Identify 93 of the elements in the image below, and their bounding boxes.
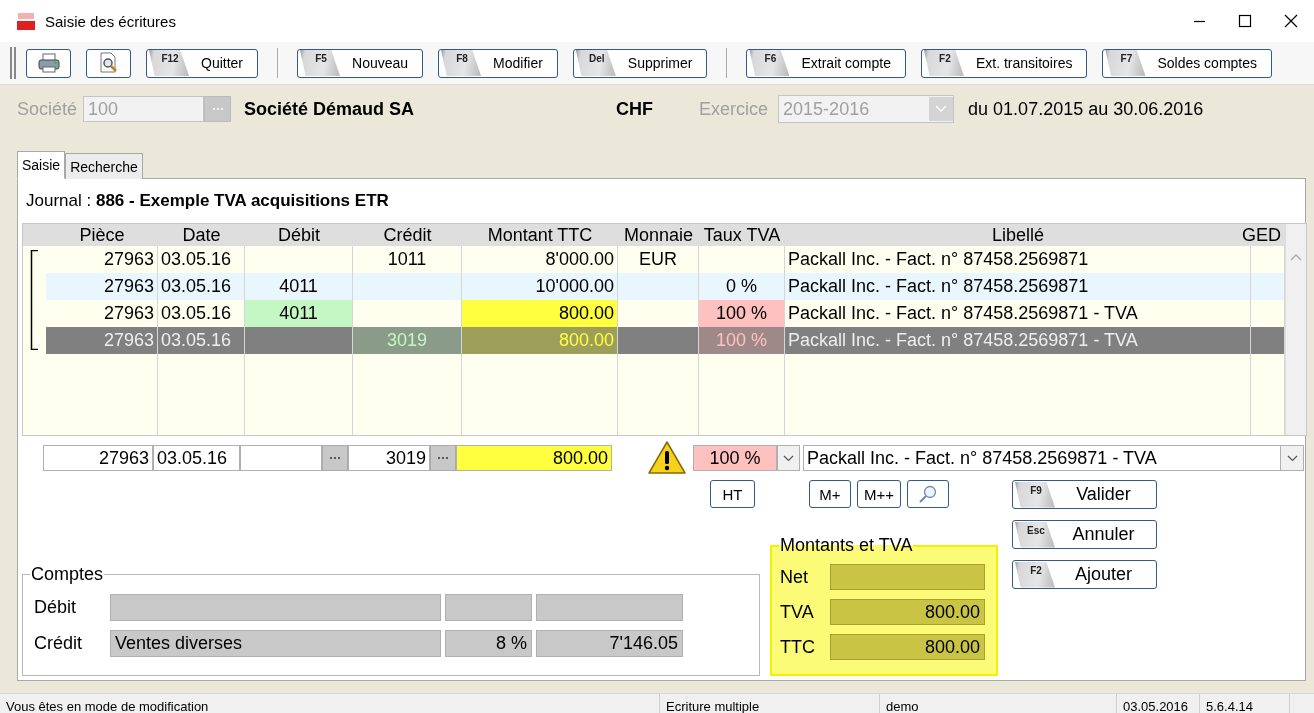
period-text: du 01.07.2015 au 30.06.2016 — [968, 98, 1204, 120]
status-text: 5.6.4.14 — [1200, 694, 1290, 713]
table-row[interactable]: 27963 03.05.16 4011 800.00 100 % Packall Inc. - Fact. n° 87458.2569871 - TVA — [46, 300, 1285, 327]
table-cell: 800.00 — [462, 327, 618, 354]
debit-field[interactable] — [240, 445, 322, 471]
chevron-down-icon — [1286, 454, 1298, 462]
journal-title: Journal : 886 - Exemple TVA acquisitions ETR — [25, 190, 390, 212]
browse-button[interactable] — [322, 445, 348, 471]
company-name: Société Démaud SA — [244, 98, 416, 120]
status-text: 03.05.2016 — [1117, 694, 1200, 713]
column-header[interactable]: Montant TTC — [462, 224, 618, 246]
piece-field[interactable]: 27963 — [43, 445, 153, 471]
key-cap: F6 — [749, 50, 790, 76]
toolbar-button[interactable]: F2 Ext. transitoires — [920, 48, 1088, 78]
ellipsis-icon — [211, 107, 224, 111]
table-row[interactable]: 27963 03.05.16 4011 10'000.00 0 % Packall Inc. - Fact. n° 87458.2569871 — [46, 273, 1285, 300]
key-cap: F2 — [1015, 561, 1055, 588]
toolbar-button[interactable]: Del Supprimer — [572, 48, 708, 78]
page-magnifier-icon — [98, 52, 119, 74]
column-header[interactable]: Pièce — [46, 224, 158, 246]
browse-button[interactable] — [430, 445, 456, 471]
column-header[interactable]: Date — [158, 224, 245, 246]
tool-button[interactable]: HT — [710, 480, 755, 508]
group-title: Montants et TVA — [779, 535, 914, 556]
table-cell: 100 % — [699, 300, 785, 327]
app-icon — [17, 12, 35, 30]
group-title: Comptes — [30, 564, 105, 585]
status-text: Ecriture multiple — [660, 694, 880, 713]
toolbar-button[interactable]: F8 Modifier — [438, 48, 558, 78]
toolbar-button[interactable]: F12 Quitter — [146, 48, 258, 78]
key-cap: F8 — [441, 50, 482, 76]
field-label: Débit — [33, 596, 78, 618]
dropdown-button[interactable] — [777, 445, 800, 471]
vat-rate-field[interactable]: 100 % — [693, 445, 777, 471]
key-cap: Del — [575, 50, 616, 76]
search-button[interactable] — [907, 480, 949, 508]
date-field[interactable]: 03.05.16 — [153, 445, 240, 471]
key-cap: F7 — [1105, 50, 1146, 76]
balance-field: 7'146.05 — [536, 629, 683, 657]
action-button[interactable]: F2 Ajouter — [1012, 560, 1157, 589]
amount-field: 800.00 — [830, 634, 985, 660]
toolbar-grip[interactable] — [10, 47, 16, 79]
key-cap: F2 — [923, 50, 964, 76]
key-cap: F12 — [149, 50, 189, 76]
field-label: TTC — [780, 636, 816, 658]
scrollbar[interactable] — [1285, 224, 1306, 435]
field-label: Exercice — [699, 98, 769, 120]
ellipsis-icon — [329, 456, 341, 460]
column-header[interactable]: Monnaie — [618, 224, 699, 246]
caret-up-icon[interactable] — [1290, 254, 1302, 261]
table-cell: 3019 — [353, 327, 462, 354]
credit-field[interactable]: 3019 — [348, 445, 430, 471]
chevron-down-icon — [783, 454, 794, 462]
status-text: Vous êtes en mode de modification — [0, 694, 660, 713]
preview-button[interactable] — [86, 48, 131, 78]
action-button[interactable]: Esc Annuler — [1012, 520, 1157, 549]
column-header[interactable]: Crédit — [353, 224, 462, 246]
amount-field: 800.00 — [830, 599, 985, 625]
status-text: demo — [880, 694, 1117, 713]
window-title: Saisie des écritures — [45, 12, 177, 30]
tool-button[interactable]: M++ — [857, 480, 901, 508]
action-button[interactable]: F9 Valider — [1012, 480, 1157, 509]
account-name-field: Ventes diverses — [110, 629, 441, 657]
field-label: TVA — [780, 601, 815, 623]
field-label: Crédit — [33, 632, 83, 654]
rate-field: 8 % — [445, 629, 532, 657]
printer-icon — [37, 53, 60, 73]
ellipsis-icon — [437, 456, 449, 460]
tab[interactable]: Recherche — [65, 153, 143, 179]
field-label: Net — [780, 566, 809, 588]
column-header[interactable]: Taux TVA — [699, 224, 785, 246]
chevron-down-icon — [935, 105, 948, 113]
key-cap: F5 — [300, 50, 340, 76]
amount-field[interactable]: 800.00 — [456, 445, 612, 471]
description-dropdown[interactable]: Packall Inc. - Fact. n° 87458.2569871 - TVA — [803, 445, 1304, 471]
table-cell: 800.00 — [462, 300, 618, 327]
print-button[interactable] — [26, 48, 71, 78]
toolbar-button[interactable]: F6 Extrait compte — [746, 48, 906, 78]
currency: CHF — [616, 98, 655, 120]
table-cell: 4011 — [245, 300, 353, 327]
table-row[interactable]: 27963 03.05.16 1011 8'000.00 EUR Packall Inc. - Fact. n° 87458.2569871 — [46, 246, 1285, 273]
tab[interactable]: Saisie — [17, 151, 66, 179]
toolbar-button[interactable]: F7 Soldes comptes — [1102, 48, 1273, 78]
toolbar-button[interactable]: F5 Nouveau — [297, 48, 424, 78]
search-icon — [918, 484, 938, 504]
table-cell: 100 % — [699, 327, 785, 354]
key-cap: Esc — [1015, 521, 1055, 548]
tool-button[interactable]: M+ — [809, 480, 851, 508]
column-header[interactable]: Débit — [245, 224, 353, 246]
browse-button[interactable] — [204, 96, 232, 122]
key-cap: F9 — [1015, 481, 1055, 508]
field-label: Société — [17, 98, 78, 120]
column-header[interactable]: GED — [1242, 224, 1281, 246]
